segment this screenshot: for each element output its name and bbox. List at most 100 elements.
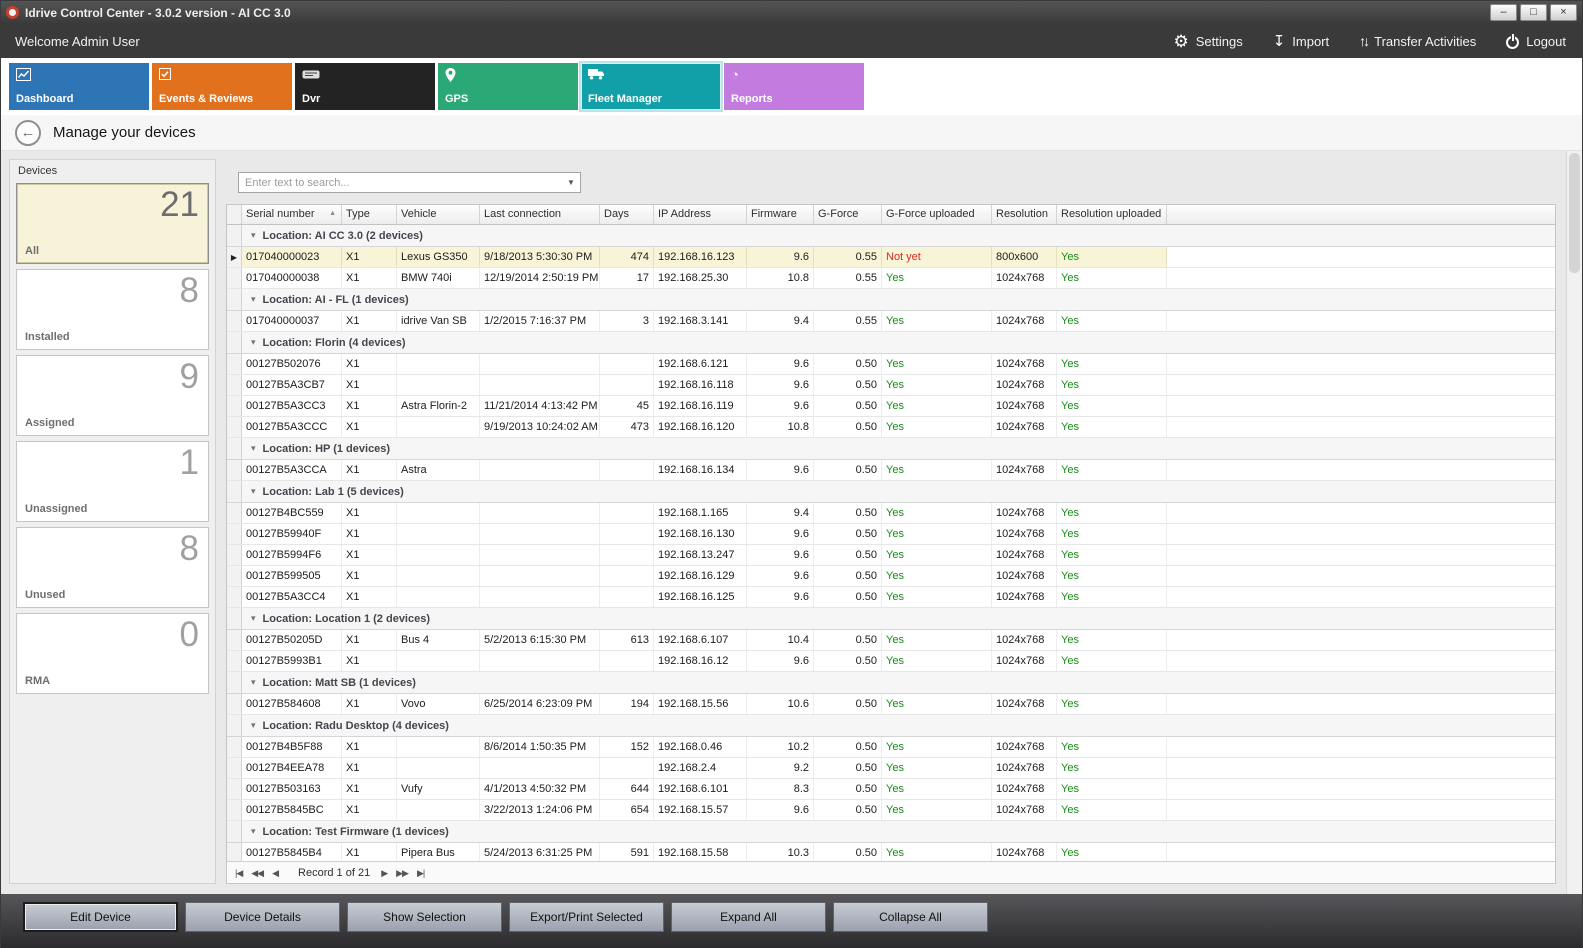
- group-row[interactable]: ▾Location: Test Firmware (1 devices): [227, 821, 1555, 843]
- column-header-g-force-uploaded[interactable]: G-Force uploaded: [882, 205, 992, 224]
- collapse-arrow-icon[interactable]: ▾: [251, 613, 256, 624]
- group-row[interactable]: ▾Location: Matt SB (1 devices): [227, 672, 1555, 694]
- cell-resolution_uploaded: Yes: [1057, 694, 1167, 714]
- close-button[interactable]: ×: [1550, 4, 1577, 21]
- column-header-last-connection[interactable]: Last connection: [480, 205, 600, 224]
- table-row[interactable]: 00127B5A3CC3X1Astra Florin-211/21/2014 4…: [227, 396, 1555, 417]
- cell-resolution: 1024x768: [992, 779, 1057, 799]
- column-header-serial-number[interactable]: Serial number▲: [242, 205, 342, 224]
- search-input[interactable]: [239, 177, 562, 189]
- tab-gps[interactable]: GPS: [438, 63, 578, 110]
- cell-type: X1: [342, 375, 397, 395]
- export-print-selected-button[interactable]: Export/Print Selected: [509, 902, 664, 932]
- edit-device-button[interactable]: Edit Device: [23, 902, 178, 932]
- pager-prev-page-button[interactable]: ◀◀: [251, 868, 263, 878]
- cell-days: 152: [600, 737, 654, 757]
- tab-reports[interactable]: ◔Reports: [724, 63, 864, 110]
- table-row[interactable]: 00127B584608X1Vovo6/25/2014 6:23:09 PM19…: [227, 694, 1555, 715]
- table-row[interactable]: 00127B5A3CB7X1192.168.16.1189.60.50Yes10…: [227, 375, 1555, 396]
- table-row[interactable]: 017040000037X1idrive Van SB1/2/2015 7:16…: [227, 311, 1555, 332]
- collapse-arrow-icon[interactable]: ▾: [251, 720, 256, 731]
- device-filter-installed[interactable]: 8Installed: [16, 269, 209, 350]
- table-row[interactable]: 00127B599505X1192.168.16.1299.60.50Yes10…: [227, 566, 1555, 587]
- device-filter-unused[interactable]: 8Unused: [16, 527, 209, 608]
- tab-dashboard[interactable]: Dashboard: [9, 63, 149, 110]
- back-button[interactable]: ←: [15, 120, 41, 146]
- column-header-label: Firmware: [751, 208, 797, 224]
- cell-type: X1: [342, 843, 397, 861]
- maximize-button[interactable]: □: [1520, 4, 1547, 21]
- table-row[interactable]: 00127B5A3CCAX1Astra192.168.16.1349.60.50…: [227, 460, 1555, 481]
- column-header-days[interactable]: Days: [600, 205, 654, 224]
- tab-fleet-manager[interactable]: Fleet Manager: [581, 63, 721, 110]
- table-row[interactable]: 00127B5A3CC4X1192.168.16.1259.60.50Yes10…: [227, 587, 1555, 608]
- table-row[interactable]: 00127B5845B4X1Pipera Bus5/24/2013 6:31:2…: [227, 843, 1555, 861]
- table-row[interactable]: 00127B4EEA78X1192.168.2.49.20.50Yes1024x…: [227, 758, 1555, 779]
- minimize-button[interactable]: –: [1490, 4, 1517, 21]
- collapse-all-button[interactable]: Collapse All: [833, 902, 988, 932]
- group-row[interactable]: ▾Location: AI CC 3.0 (2 devices): [227, 225, 1555, 247]
- cell-serial: 00127B5A3CCA: [242, 460, 342, 480]
- device-filter-assigned[interactable]: 9Assigned: [16, 355, 209, 436]
- cell-serial: 00127B502076: [242, 354, 342, 374]
- column-header-ip-address[interactable]: IP Address: [654, 205, 747, 224]
- table-row[interactable]: 00127B5A3CCCX19/19/2013 10:24:02 AM47319…: [227, 417, 1555, 438]
- group-row[interactable]: ▾Location: AI - FL (1 devices): [227, 289, 1555, 311]
- pager-next-button[interactable]: ▶: [381, 868, 387, 878]
- tab-events-reviews[interactable]: Events & Reviews: [152, 63, 292, 110]
- vertical-scrollbar[interactable]: [1566, 151, 1582, 894]
- column-header-type[interactable]: Type: [342, 205, 397, 224]
- table-row[interactable]: 00127B502076X1192.168.6.1219.60.50Yes102…: [227, 354, 1555, 375]
- show-selection-button[interactable]: Show Selection: [347, 902, 502, 932]
- table-row[interactable]: 00127B5994F6X1192.168.13.2479.60.50Yes10…: [227, 545, 1555, 566]
- device-filter-unassigned[interactable]: 1Unassigned: [16, 441, 209, 522]
- cell-gforce_uploaded: Yes: [882, 354, 992, 374]
- group-row[interactable]: ▾Location: Location 1 (2 devices): [227, 608, 1555, 630]
- window-title: Idrive Control Center - 3.0.2 version - …: [25, 6, 291, 20]
- collapse-arrow-icon[interactable]: ▾: [251, 443, 256, 454]
- table-row[interactable]: 00127B50205DX1Bus 45/2/2013 6:15:30 PM61…: [227, 630, 1555, 651]
- table-row[interactable]: 00127B4BC559X1192.168.1.1659.40.50Yes102…: [227, 503, 1555, 524]
- column-header-label: Vehicle: [401, 208, 436, 224]
- pager-first-button[interactable]: |◀: [235, 868, 242, 878]
- collapse-arrow-icon[interactable]: ▾: [251, 337, 256, 348]
- pager-last-button[interactable]: ▶|: [417, 868, 424, 878]
- collapse-arrow-icon[interactable]: ▾: [251, 677, 256, 688]
- table-row[interactable]: ▶017040000023X1Lexus GS3509/18/2013 5:30…: [227, 247, 1555, 268]
- collapse-arrow-icon[interactable]: ▾: [251, 294, 256, 305]
- topbar-action-import[interactable]: ↧Import: [1273, 34, 1329, 49]
- collapse-arrow-icon[interactable]: ▾: [251, 826, 256, 837]
- column-header-firmware[interactable]: Firmware: [747, 205, 814, 224]
- topbar-action-logout[interactable]: Logout: [1506, 34, 1566, 49]
- column-header-resolution[interactable]: Resolution: [992, 205, 1057, 224]
- table-row[interactable]: 00127B4B5F88X18/6/2014 1:50:35 PM152192.…: [227, 737, 1555, 758]
- pager-next-page-button[interactable]: ▶▶: [396, 868, 408, 878]
- table-row[interactable]: 00127B503163X1Vufy4/1/2013 4:50:32 PM644…: [227, 779, 1555, 800]
- table-row[interactable]: 00127B5993B1X1192.168.16.129.60.50Yes102…: [227, 651, 1555, 672]
- cell-resolution_uploaded: Yes: [1057, 247, 1167, 267]
- column-header-resolution-uploaded[interactable]: Resolution uploaded: [1057, 205, 1167, 224]
- device-filter-rma[interactable]: 0RMA: [16, 613, 209, 694]
- cell-vehicle: Vovo: [397, 694, 480, 714]
- pager-prev-button[interactable]: ◀: [272, 868, 278, 878]
- device-details-button[interactable]: Device Details: [185, 902, 340, 932]
- scrollbar-thumb[interactable]: [1569, 153, 1580, 273]
- group-row[interactable]: ▾Location: Lab 1 (5 devices): [227, 481, 1555, 503]
- table-row[interactable]: 017040000038X1BMW 740i12/19/2014 2:50:19…: [227, 268, 1555, 289]
- topbar-action-transfer-activities[interactable]: ↑↓Transfer Activities: [1359, 34, 1476, 49]
- cell-ip: 192.168.25.30: [654, 268, 747, 288]
- collapse-arrow-icon[interactable]: ▾: [251, 486, 256, 497]
- group-row[interactable]: ▾Location: Florin (4 devices): [227, 332, 1555, 354]
- table-row[interactable]: 00127B5845BCX13/22/2013 1:24:06 PM654192…: [227, 800, 1555, 821]
- collapse-arrow-icon[interactable]: ▾: [251, 230, 256, 241]
- column-header-vehicle[interactable]: Vehicle: [397, 205, 480, 224]
- topbar-action-settings[interactable]: ⚙Settings: [1173, 33, 1242, 50]
- group-row[interactable]: ▾Location: Radu Desktop (4 devices): [227, 715, 1555, 737]
- group-row[interactable]: ▾Location: HP (1 devices): [227, 438, 1555, 460]
- tab-dvr[interactable]: Dvr: [295, 63, 435, 110]
- column-header-g-force[interactable]: G-Force: [814, 205, 882, 224]
- expand-all-button[interactable]: Expand All: [671, 902, 826, 932]
- table-row[interactable]: 00127B59940FX1192.168.16.1309.60.50Yes10…: [227, 524, 1555, 545]
- device-filter-all[interactable]: 21All: [16, 183, 209, 264]
- search-dropdown-arrow-icon[interactable]: ▼: [562, 178, 580, 187]
